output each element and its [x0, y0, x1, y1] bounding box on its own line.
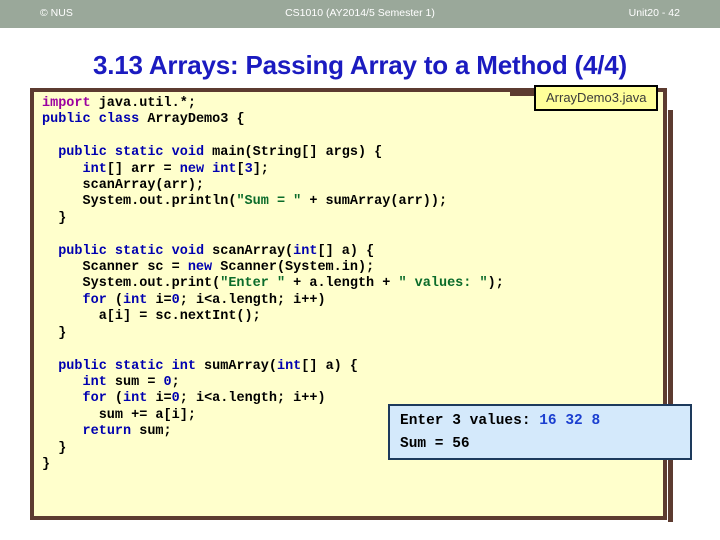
console-line-sum: Sum = 56 — [400, 436, 470, 452]
file-label-connector-vertical — [668, 110, 673, 522]
source-file-label: ArrayDemo3.java — [534, 85, 659, 111]
console-user-input: 16 32 8 — [539, 413, 601, 429]
page-title: 3.13 Arrays: Passing Array to a Method (… — [92, 50, 627, 80]
console-line-enter-values: Enter 3 values: 16 32 8 — [400, 410, 600, 432]
file-label-connector-horizontal — [510, 92, 536, 96]
header-unit-page: Unit20 - 42 — [628, 7, 680, 19]
header-course: CS1010 (AY2014/5 Semester 1) — [285, 7, 435, 19]
console-output-box: Enter 3 values: 16 32 8 Sum = 56 — [388, 404, 692, 460]
console-prompt-text: Enter 3 values: — [400, 413, 540, 429]
slide-header: © NUS CS1010 (AY2014/5 Semester 1) Unit2… — [0, 0, 720, 28]
